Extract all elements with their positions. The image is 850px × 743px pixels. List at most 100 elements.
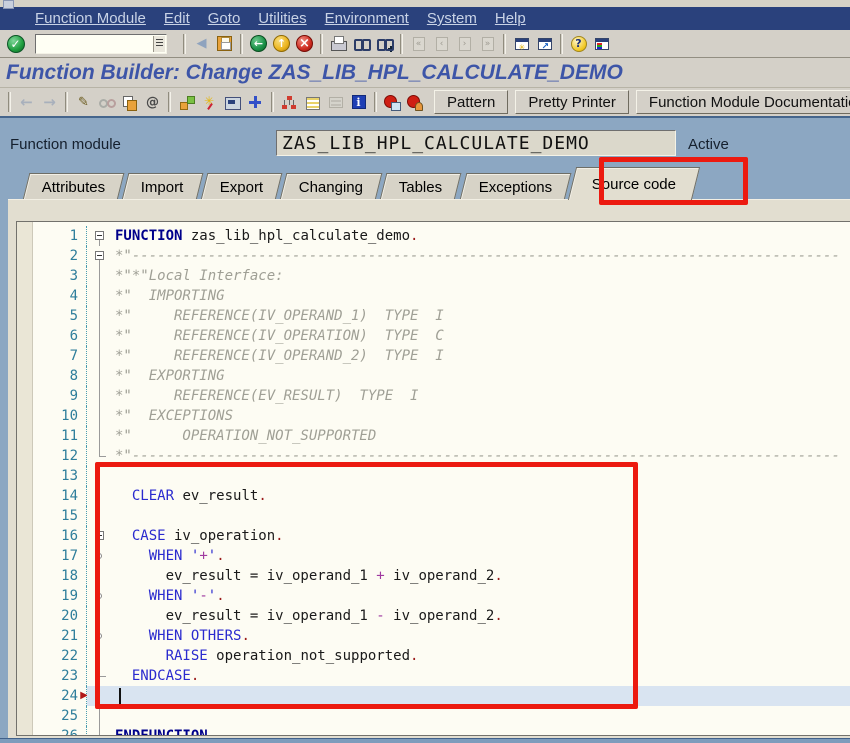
line-number: 23: [33, 666, 87, 686]
breakpoint-screen-icon: [384, 94, 401, 111]
find-next-button[interactable]: [373, 32, 396, 56]
pretty-printer-button[interactable]: Pretty Printer: [515, 90, 629, 114]
tab-exceptions[interactable]: Exceptions: [459, 173, 572, 200]
code-line-2[interactable]: 2 *"-------------------------------------…: [33, 246, 850, 266]
activate-wand-button[interactable]: [198, 90, 221, 114]
code-line-11[interactable]: 11 *" OPERATION_NOT_SUPPORTED: [33, 426, 850, 446]
activate-button[interactable]: [141, 90, 164, 114]
abap-source-editor[interactable]: 1 FUNCTION zas_lib_hpl_calculate_demo. 2 *"…: [16, 221, 850, 736]
code-line-14[interactable]: 14 CLEAR ev_result.: [33, 486, 850, 506]
hierarchy-button[interactable]: [278, 90, 301, 114]
enter-button[interactable]: [4, 32, 27, 56]
code-line-18[interactable]: 18 ev_result = iv_operand_1 + iv_operand…: [33, 566, 850, 586]
tab-changing[interactable]: Changing: [279, 173, 383, 200]
function-module-documentation-button[interactable]: Function Module Documentation: [635, 90, 850, 114]
menu-edit[interactable]: Edit: [155, 7, 199, 30]
code-line-6[interactable]: 6 *" REFERENCE(IV_OPERATION) TYPE C: [33, 326, 850, 346]
customize-layout-button[interactable]: [590, 32, 613, 56]
code-line-9[interactable]: 9 *" REFERENCE(EV_RESULT) TYPE I: [33, 386, 850, 406]
test-button[interactable]: [221, 90, 244, 114]
nav-back-icon: [250, 35, 267, 52]
breakpoint-user-button[interactable]: [404, 90, 427, 114]
toolbar-separator: [374, 92, 377, 112]
window-bottom-border: [0, 738, 850, 743]
help-button[interactable]: [567, 32, 590, 56]
line-number: 8: [33, 366, 87, 386]
code-line-16[interactable]: 16 CASE iv_operation.: [33, 526, 850, 546]
activate-wand-icon: [201, 94, 218, 111]
code-line-22[interactable]: 22 RAISE operation_not_supported.: [33, 646, 850, 666]
line-number: 25: [33, 706, 87, 726]
code-line-21[interactable]: 21 WHEN OTHERS.: [33, 626, 850, 646]
next-page-button: [453, 32, 476, 56]
editor-selection-margin[interactable]: [17, 222, 33, 735]
menu-goto[interactable]: Goto: [199, 7, 250, 30]
display-change-button[interactable]: [72, 90, 95, 114]
sort-button[interactable]: [301, 90, 324, 114]
code-line-7[interactable]: 7 *" REFERENCE(IV_OPERAND_2) TYPE I: [33, 346, 850, 366]
fold-box-icon[interactable]: [87, 226, 113, 246]
fold-vline-icon: [87, 406, 113, 426]
breakpoint-screen-button[interactable]: [381, 90, 404, 114]
where-used-button[interactable]: [244, 90, 267, 114]
back-triangle-button[interactable]: [190, 32, 213, 56]
nav-exit-button[interactable]: [270, 32, 293, 56]
command-history-dropdown-icon[interactable]: [153, 35, 165, 52]
tab-label: Attributes: [41, 178, 106, 196]
code-line-5[interactable]: 5 *" REFERENCE(IV_OPERAND_1) TYPE I: [33, 306, 850, 326]
tab-tables[interactable]: Tables: [380, 173, 463, 200]
code-line-17[interactable]: 17 WHEN '+'.: [33, 546, 850, 566]
print-button[interactable]: [327, 32, 350, 56]
code-line-8[interactable]: 8 *" EXPORTING: [33, 366, 850, 386]
tab-attributes[interactable]: Attributes: [22, 173, 125, 200]
jump-button[interactable]: [175, 90, 198, 114]
menu-function-module[interactable]: Function Module: [26, 7, 155, 30]
new-session-button[interactable]: [510, 32, 533, 56]
code-line-13[interactable]: 13: [33, 466, 850, 486]
copy-button[interactable]: [118, 90, 141, 114]
create-shortcut-button[interactable]: [533, 32, 556, 56]
jump-icon: [178, 94, 195, 111]
code-line-10[interactable]: 10 *" EXCEPTIONS: [33, 406, 850, 426]
find-next-icon: [376, 35, 394, 52]
menu-system[interactable]: System: [418, 7, 486, 30]
window-menu-icon[interactable]: [3, 0, 14, 9]
menu-help[interactable]: Help: [486, 7, 535, 30]
command-field[interactable]: [37, 35, 149, 52]
code-line-20[interactable]: 20 ev_result = iv_operand_1 - iv_operand…: [33, 606, 850, 626]
save-button[interactable]: [213, 32, 236, 56]
tab-label: Changing: [299, 178, 364, 196]
code-line-19[interactable]: 19 WHEN '-'.: [33, 586, 850, 606]
detail-button: [324, 90, 347, 114]
code-line-25[interactable]: 25: [33, 706, 850, 726]
fold-circle-icon: [87, 626, 113, 646]
nav-cancel-button[interactable]: [293, 32, 316, 56]
code-line-24[interactable]: 24 ▶: [33, 686, 850, 706]
fold-box-icon[interactable]: [87, 526, 113, 546]
info-button[interactable]: [347, 90, 370, 114]
code-text: *" EXPORTING: [115, 368, 225, 384]
pattern-button[interactable]: Pattern: [434, 90, 509, 114]
code-line-12[interactable]: 12 *"------------------------------------…: [33, 446, 850, 466]
code-line-23[interactable]: 23 ENDCASE.: [33, 666, 850, 686]
tab-source-code[interactable]: Source code: [568, 167, 701, 200]
code-line-1[interactable]: 1 FUNCTION zas_lib_hpl_calculate_demo.: [33, 226, 850, 246]
tab-content-panel: 1 FUNCTION zas_lib_hpl_calculate_demo. 2 *"…: [8, 199, 850, 738]
code-line-15[interactable]: 15: [33, 506, 850, 526]
nav-back-button[interactable]: [247, 32, 270, 56]
code-lines: 1 FUNCTION zas_lib_hpl_calculate_demo. 2 *"…: [33, 226, 850, 735]
tab-import[interactable]: Import: [122, 173, 204, 200]
menu-environment[interactable]: Environment: [316, 7, 418, 30]
code-line-3[interactable]: 3 *"*"Local Interface:: [33, 266, 850, 286]
line-number: 10: [33, 406, 87, 426]
function-module-field[interactable]: [276, 130, 676, 156]
code-line-26[interactable]: 26 ENDFUNCTION.: [33, 726, 850, 735]
tab-export[interactable]: Export: [200, 173, 283, 200]
fold-vline-icon: [87, 326, 113, 346]
find-button[interactable]: [350, 32, 373, 56]
code-line-4[interactable]: 4 *" IMPORTING: [33, 286, 850, 306]
menu-utilities[interactable]: Utilities: [249, 7, 315, 30]
code-text: WHEN OTHERS.: [148, 628, 250, 644]
fold-box-icon[interactable]: [87, 246, 113, 266]
